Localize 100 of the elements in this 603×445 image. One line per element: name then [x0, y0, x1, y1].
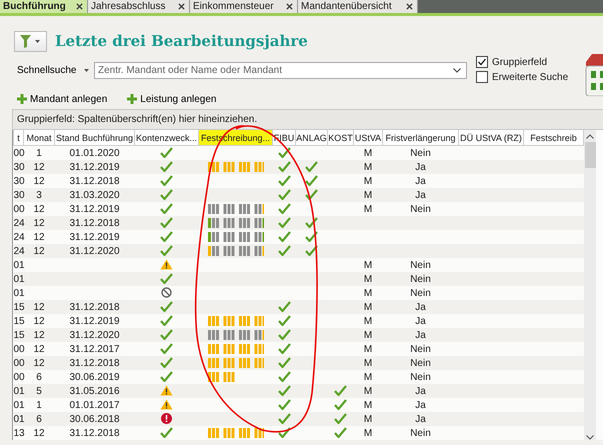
table-cell: 01	[14, 260, 25, 270]
table-cell: 12	[33, 344, 45, 354]
table-cell: 30	[14, 162, 25, 172]
column-header[interactable]: Fristverlängerung	[382, 130, 458, 146]
column-header[interactable]: ANLAG	[296, 130, 328, 146]
table-cell: 00	[14, 148, 25, 158]
column-header[interactable]: Stand Buchführung	[54, 130, 134, 146]
table-cell: 12	[33, 428, 45, 438]
tab[interactable]: Einkommensteuer	[190, 0, 298, 13]
table-cell: Nein	[410, 148, 431, 158]
table-cell: Ja	[415, 330, 426, 340]
caret-icon	[84, 69, 90, 72]
table-cell: Nein	[410, 288, 431, 298]
table-cell: 31.12.2019	[69, 162, 120, 172]
table-cell: 31.12.2017	[69, 344, 120, 354]
table-cell: 01.01.2020	[69, 148, 120, 158]
table-cell: 12	[33, 232, 45, 242]
column-header[interactable]: UStVA	[354, 130, 382, 146]
table-cell: 3	[36, 190, 42, 200]
column-header[interactable]: KOST	[328, 130, 354, 146]
table-cell: M	[364, 330, 372, 340]
table-cell: 24	[14, 232, 25, 242]
table-cell: 31.12.2019	[69, 316, 120, 326]
table-cell: M	[364, 190, 372, 200]
column-header[interactable]: DÜ UStVA (RZ)	[458, 130, 524, 146]
table-cell: 30	[14, 190, 25, 200]
table-cell: 01	[14, 414, 25, 424]
table-cell: M	[364, 204, 372, 214]
close-icon[interactable]	[406, 3, 413, 10]
table-cell: 24	[14, 246, 25, 256]
table-cell: 12	[33, 358, 45, 368]
add-button[interactable]: Mandant anlegen	[14, 92, 108, 106]
column-header[interactable]: Kontenzweck...	[134, 130, 198, 146]
scroll-down-icon[interactable]	[586, 435, 594, 440]
table-cell: M	[364, 148, 372, 158]
table-cell: 30.06.2019	[69, 372, 120, 382]
table-cell: Ja	[415, 190, 426, 200]
tab[interactable]: Mandantenübersicht	[298, 0, 418, 13]
table-cell: 31.12.2019	[69, 232, 120, 242]
table-cell: 01	[14, 400, 25, 410]
table-cell: 31.12.2018	[69, 176, 120, 186]
funnel-icon	[20, 34, 31, 48]
plus-icon	[17, 94, 27, 104]
table-cell: Ja	[415, 400, 426, 410]
table-cell: Nein	[410, 344, 431, 354]
table-cell: 15	[14, 316, 25, 326]
plus-icon	[127, 94, 138, 104]
table-cell: Nein	[410, 358, 431, 368]
column-header[interactable]: Festschreib	[524, 130, 584, 146]
table-cell: 01	[14, 386, 25, 396]
table-cell: M	[364, 288, 372, 298]
table-cell: M	[364, 260, 372, 270]
table-cell: M	[364, 274, 372, 284]
table-cell: Nein	[410, 274, 431, 284]
column-header[interactable]: t	[14, 130, 24, 146]
table-cell: Ja	[415, 176, 426, 186]
column-header[interactable]: Monat	[24, 130, 54, 146]
table-cell: 12	[33, 246, 45, 256]
table-cell: 30.06.2018	[69, 414, 120, 424]
table-cell: 12	[33, 316, 45, 326]
table-cell: 12	[33, 218, 45, 228]
filter-button[interactable]	[14, 30, 47, 52]
table-cell: 12	[33, 176, 45, 186]
table-cell: 12	[33, 330, 45, 340]
table-cell: Ja	[415, 316, 426, 326]
table-cell: 01	[14, 274, 25, 284]
table-cell: Nein	[410, 260, 431, 270]
checkbox[interactable]	[476, 71, 488, 83]
table-cell: 1	[36, 400, 42, 410]
tab[interactable]: Jahresabschluss	[88, 0, 190, 13]
scrollbar-thumb[interactable]	[584, 142, 596, 168]
table-cell: M	[364, 162, 372, 172]
table-cell: M	[364, 386, 372, 396]
group-panel-hint: Gruppierfeld: Spaltenüberschrift(en) hier hineinziehen.	[17, 114, 258, 125]
table-cell: 6	[36, 372, 42, 382]
table-cell: M	[364, 176, 372, 186]
table-cell: Ja	[415, 162, 426, 172]
add-button[interactable]: Leistung anlegen	[124, 92, 216, 106]
table-cell: Nein	[410, 428, 431, 438]
table-cell: 01.01.2017	[69, 400, 120, 410]
table-cell: M	[364, 302, 372, 312]
scroll-up-icon[interactable]	[586, 134, 594, 139]
close-icon[interactable]	[178, 3, 185, 10]
table-cell: 1	[36, 148, 42, 158]
table-cell: 31.12.2018	[69, 302, 120, 312]
table-cell: 00	[14, 204, 25, 214]
group-panel[interactable]: Gruppierfeld: Spaltenüberschrift(en) hier hineinziehen.	[12, 109, 603, 130]
table-cell: M	[364, 372, 372, 382]
search-scope-dropdown[interactable]: Schnellsuche	[14, 65, 94, 76]
table-cell: 31.12.2018	[69, 218, 120, 228]
table-cell: M	[364, 344, 372, 354]
search-field[interactable]: Zentr. Mandant oder Name oder Mandant	[94, 62, 467, 79]
close-icon[interactable]	[286, 3, 293, 10]
table-cell: 12	[33, 302, 45, 312]
chevron-down-icon[interactable]	[453, 68, 461, 73]
scrollbar[interactable]	[584, 130, 596, 440]
checkbox[interactable]	[476, 56, 488, 68]
close-icon[interactable]	[76, 3, 83, 10]
page-title: Letzte drei Bearbeitungsjahre	[55, 32, 308, 50]
tab[interactable]: Buchführung	[0, 0, 88, 13]
